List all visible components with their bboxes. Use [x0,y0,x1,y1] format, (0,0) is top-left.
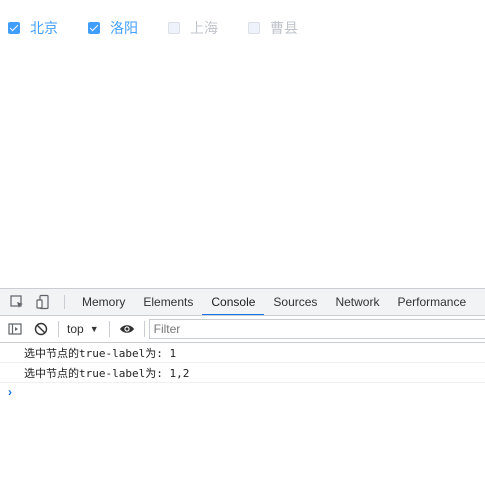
toolbar-divider [108,321,110,337]
tab-performance[interactable]: Performance [388,289,475,315]
city-checkbox-group: 北京 洛阳 上海 曹县 [8,19,328,37]
checkbox-checked-icon[interactable] [88,22,100,34]
tab-console[interactable]: Console [202,289,265,315]
caret-down-icon: ▼ [89,324,99,334]
console-output: 选中节点的true-label为: 1 选中节点的true-label为: 1,… [0,343,485,401]
checkbox-label: 北京 [30,20,58,36]
tab-network[interactable]: Network [326,289,388,315]
eye-icon[interactable] [114,316,140,342]
page: 北京 洛阳 上海 曹县 Memory Elements Console Sour… [0,0,485,499]
filter-input[interactable]: Filter [148,319,485,339]
toolbar-divider [58,321,59,337]
console-log-line: 选中节点的true-label为: 1 [0,343,485,363]
context-value: top [67,322,84,336]
console-toolbar: top ▼ Filter [0,316,485,343]
checkbox-disabled-icon [168,22,180,34]
checkbox-checked-icon[interactable] [8,22,20,34]
checkbox-label: 曹县 [270,20,298,36]
checkbox-luoyang[interactable]: 洛阳 [88,19,138,37]
filter-placeholder: Filter [153,322,181,336]
console-log-line: 选中节点的true-label为: 1,2 [0,363,485,383]
clear-console-icon[interactable] [28,316,54,342]
tab-sources[interactable]: Sources [264,289,326,315]
sidebar-toggle-icon[interactable] [2,316,28,342]
devtools-panel: Memory Elements Console Sources Network … [0,288,485,499]
prompt-chevron-icon: › [8,385,12,399]
checkbox-label: 洛阳 [110,20,138,36]
device-toggle-icon[interactable] [30,289,56,315]
devtools-tab-bar: Memory Elements Console Sources Network … [0,289,485,316]
checkbox-caoxian: 曹县 [248,19,298,37]
checkbox-shanghai: 上海 [168,19,218,37]
checkbox-beijing[interactable]: 北京 [8,19,58,37]
tab-elements[interactable]: Elements [134,289,202,315]
context-selector[interactable]: top ▼ [63,322,105,336]
tab-memory[interactable]: Memory [73,289,134,315]
checkbox-label: 上海 [190,20,218,36]
console-prompt[interactable]: › [0,383,485,401]
checkbox-disabled-icon [248,22,260,34]
inspect-element-icon[interactable] [4,289,30,315]
toolbar-divider [143,321,145,337]
tab-divider [64,295,65,309]
